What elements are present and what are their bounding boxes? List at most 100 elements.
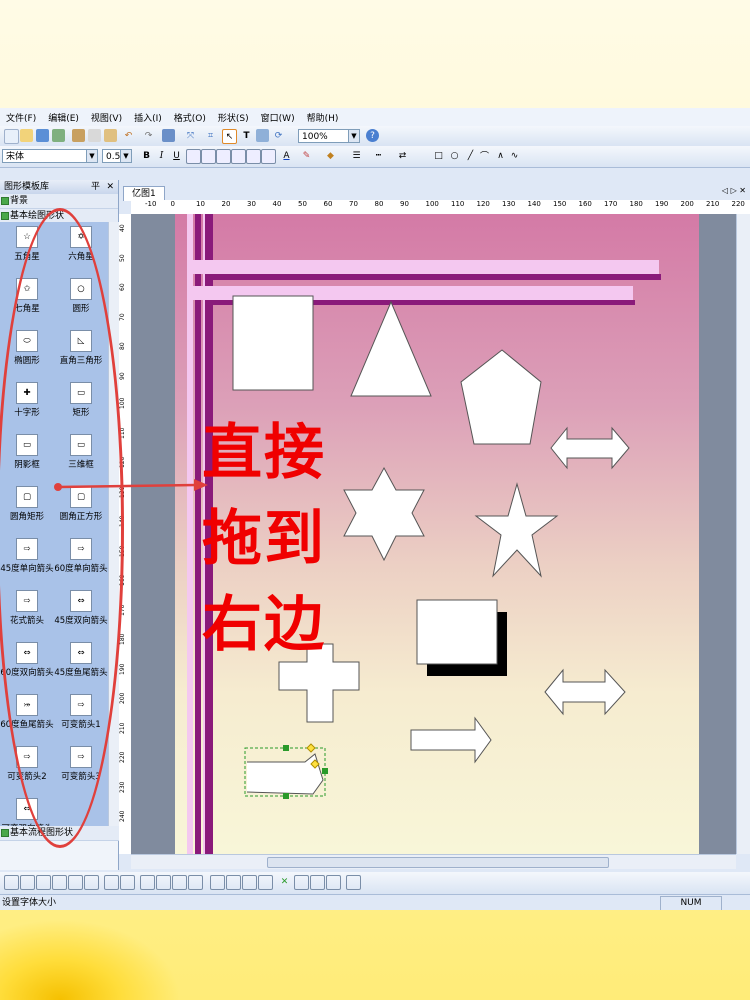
document-tab-strip: 亿图1 ◁ ▷ ✕	[119, 184, 750, 201]
font-color-button[interactable]: A	[280, 149, 293, 162]
pointer-icon[interactable]: ↖	[222, 129, 237, 144]
ruler-tick-label: 230	[119, 781, 126, 793]
ellipse-tool-icon[interactable]: ○	[448, 149, 461, 162]
align-left-icon[interactable]	[186, 149, 201, 164]
align-bottom-icon[interactable]	[261, 149, 276, 164]
align-center-icon[interactable]	[201, 149, 216, 164]
crop-icon[interactable]: ⌗	[204, 129, 217, 142]
rotate-icon[interactable]: ⟳	[272, 129, 285, 142]
text-tool-icon[interactable]: T	[240, 129, 253, 142]
distribute-icon[interactable]	[20, 875, 35, 890]
menu-format[interactable]: 格式(O)	[168, 111, 212, 124]
bold-button[interactable]: B	[140, 149, 153, 162]
copy-icon[interactable]	[88, 129, 101, 142]
ruler-tick-label: 90	[119, 371, 126, 380]
align-right-icon[interactable]	[216, 149, 231, 164]
rotate-right-icon[interactable]	[156, 875, 171, 890]
horizontal-scrollbar[interactable]	[131, 854, 736, 869]
space-icon[interactable]	[258, 875, 273, 890]
pin-point-icon[interactable]	[294, 875, 309, 890]
menu-file[interactable]: 文件(F)	[0, 111, 42, 124]
ruler-tick-label: 120	[476, 200, 490, 208]
rotate-left-icon[interactable]	[140, 875, 155, 890]
ruler-tick-label: 200	[119, 692, 126, 704]
tab-nav-icon[interactable]: ◁ ▷ ✕	[722, 186, 746, 195]
line-style-icon[interactable]: ┅	[372, 149, 385, 162]
rectangle-tool-icon[interactable]: □	[432, 149, 445, 162]
order-icon[interactable]	[242, 875, 257, 890]
paste-icon[interactable]	[104, 129, 117, 142]
group-icon[interactable]	[36, 875, 51, 890]
ruler-tick-label: 100	[425, 200, 439, 208]
arrange-icon[interactable]: ⇄	[396, 149, 409, 162]
line-weight-icon[interactable]: ☰	[350, 149, 363, 162]
red-ellipse-highlight	[0, 208, 124, 848]
lock-icon[interactable]	[210, 875, 225, 890]
horizontal-scroll-thumb[interactable]	[267, 857, 609, 868]
ruler-tick-label: 130	[502, 200, 516, 208]
status-text: 设置字体大小	[2, 898, 57, 908]
same-width-icon[interactable]	[172, 875, 187, 890]
redo-icon[interactable]: ↷	[142, 129, 155, 142]
open-icon[interactable]	[20, 129, 33, 142]
line-tool-icon[interactable]: ╱	[464, 149, 477, 162]
ruler-tick-label: 160	[578, 200, 592, 208]
zoom-select[interactable]: 100% ▼	[298, 129, 360, 143]
save-icon[interactable]	[36, 129, 49, 142]
menu-edit[interactable]: 编辑(E)	[42, 111, 85, 124]
vertical-scrollbar[interactable]	[736, 214, 750, 854]
menu-window[interactable]: 窗口(W)	[255, 111, 301, 124]
highlight-icon[interactable]: ✎	[300, 149, 313, 162]
help-icon[interactable]: ?	[366, 129, 379, 142]
image-icon[interactable]	[256, 129, 269, 142]
italic-button[interactable]: I	[155, 149, 168, 162]
grid-icon[interactable]	[162, 129, 175, 142]
ruler-tick-label: 80	[374, 200, 384, 208]
close-icon[interactable]: ✕	[106, 180, 114, 194]
bring-front-icon[interactable]	[68, 875, 83, 890]
double-arrow-shape-2	[544, 668, 626, 716]
connection-point-icon[interactable]: ✕	[278, 875, 291, 888]
size-select[interactable]: 0.5 ▼	[102, 149, 132, 163]
panel-title: 图形模板库	[4, 182, 50, 192]
pin-icon[interactable]: 平	[91, 180, 100, 194]
menu-insert[interactable]: 插入(I)	[128, 111, 168, 124]
font-select[interactable]: 宋体 ▼	[2, 149, 98, 163]
align-objects-icon[interactable]	[4, 875, 19, 890]
instruction-annotation: 直接 拖到 右边	[202, 418, 326, 660]
underline-button[interactable]: U	[170, 149, 183, 162]
ungroup-icon[interactable]	[52, 875, 67, 890]
menu-bar: 文件(F) 编辑(E) 视图(V) 插入(I) 格式(O) 形状(S) 窗口(W…	[0, 108, 750, 127]
selected-variable-arrow[interactable]	[244, 743, 328, 799]
curve-tool-icon[interactable]: ∧	[494, 149, 507, 162]
ruler-tick-label: 60	[119, 283, 126, 291]
unlock-icon[interactable]	[226, 875, 241, 890]
align-top-icon[interactable]	[231, 149, 246, 164]
connect-icon[interactable]: ⤧	[184, 129, 197, 142]
send-back-icon[interactable]	[84, 875, 99, 890]
rectangle-shape	[232, 295, 314, 391]
arc-tool-icon[interactable]: ⌒	[478, 149, 491, 162]
freeform-tool-icon[interactable]: ∿	[508, 149, 521, 162]
layer-icon[interactable]	[346, 875, 361, 890]
ruler-tick-label: 220	[731, 200, 745, 208]
same-height-icon[interactable]	[188, 875, 203, 890]
format-painter-icon[interactable]	[326, 875, 341, 890]
print-icon[interactable]	[52, 129, 65, 142]
menu-view[interactable]: 视图(V)	[85, 111, 128, 124]
fill-icon[interactable]: ◆	[324, 149, 337, 162]
ruler-tick-label: 210	[119, 722, 126, 734]
flip-horizontal-icon[interactable]	[104, 875, 119, 890]
new-icon[interactable]	[4, 129, 19, 144]
status-bar: 设置字体大小 NUM	[0, 894, 750, 910]
menu-help[interactable]: 帮助(H)	[301, 111, 345, 124]
align-middle-icon[interactable]	[246, 149, 261, 164]
menu-shape[interactable]: 形状(S)	[212, 111, 255, 124]
ruler-tick-label: 220	[119, 751, 126, 763]
cut-icon[interactable]	[72, 129, 85, 142]
tab-document-1[interactable]: 亿图1	[123, 186, 165, 201]
flip-vertical-icon[interactable]	[120, 875, 135, 890]
text-box-icon[interactable]	[310, 875, 325, 890]
category-background[interactable]: 背景	[0, 194, 118, 209]
undo-icon[interactable]: ↶	[122, 129, 135, 142]
